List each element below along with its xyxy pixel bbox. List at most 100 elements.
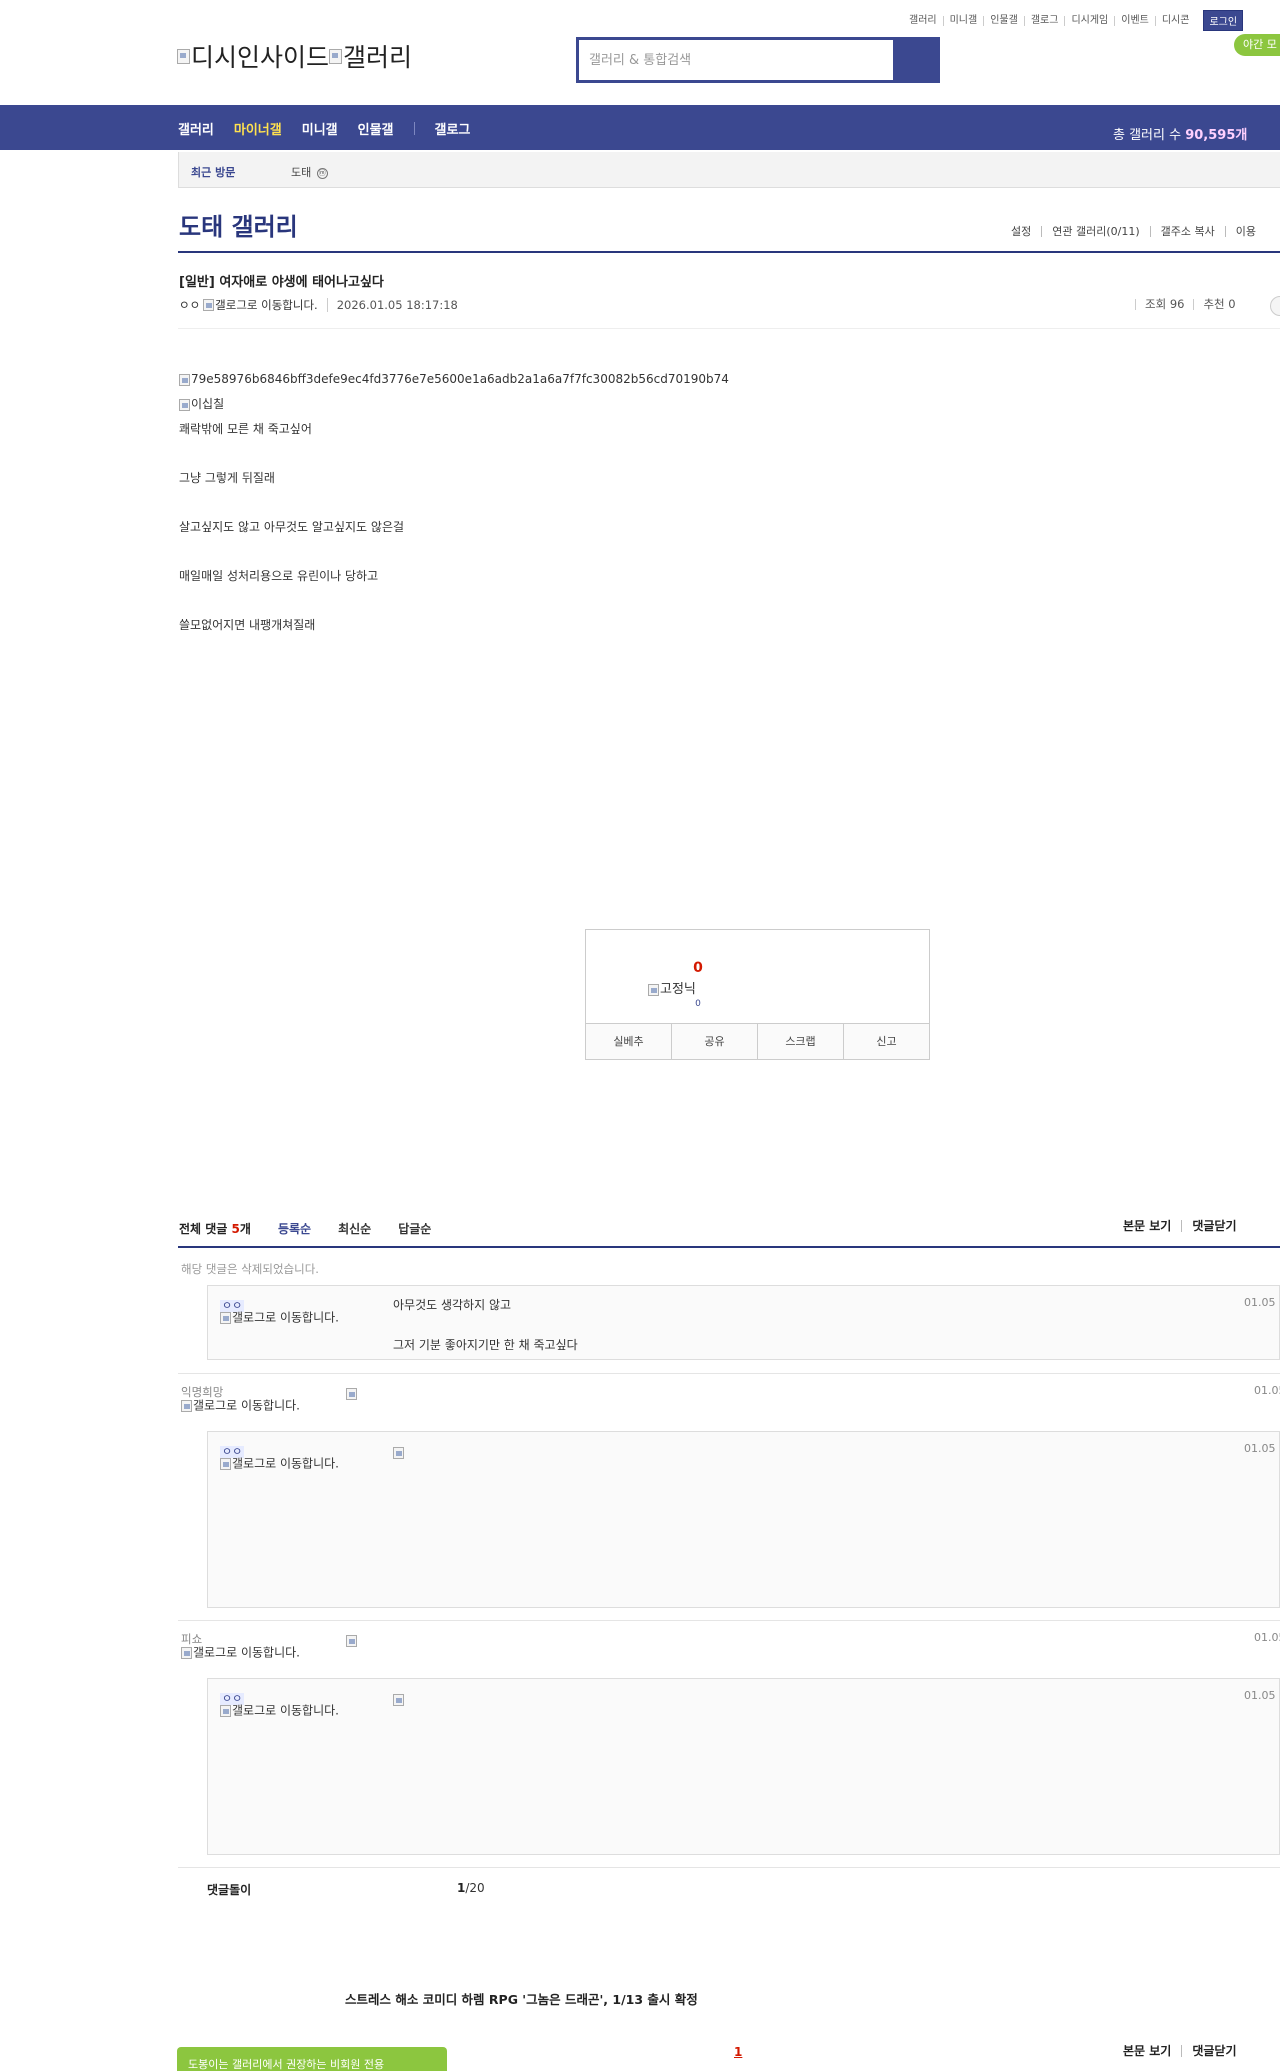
post-line: 살고싶지도 않고 아무것도 알고싶지도 않은걸 (179, 520, 405, 534)
main-nav: 갤러리 마이너갤 미니갤 인물갤 갤로그 총 갤러리 수 90,595개 (0, 105, 1280, 150)
search-button[interactable] (893, 40, 937, 80)
gallog-icon (220, 1705, 231, 1717)
site-logo[interactable]: 디시인사이드 갤러리 (177, 38, 412, 74)
comment-bot-label[interactable]: 댓글돌이 (207, 1881, 251, 1898)
fixed-nick-count: 0 (695, 999, 701, 1009)
broken-image-icon (393, 1446, 404, 1459)
report-button[interactable]: 신고 (843, 1024, 929, 1059)
reply-author[interactable]: ㅇㅇ 갤로그로 이동합니다. (220, 1298, 345, 1324)
util-link-event[interactable]: 이벤트 (1114, 15, 1155, 26)
comment-page-indicator: 1/20 (457, 1881, 485, 1895)
util-link-game[interactable]: 디시게임 (1064, 15, 1114, 26)
post-line: 그냥 그렇게 뒤질래 (179, 471, 275, 485)
nav-mini-gallery[interactable]: 미니갤 (302, 119, 338, 138)
post-datetime: 2026.01.05 18:17:18 (326, 298, 458, 312)
nav-minor-gallery[interactable]: 마이너갤 (234, 119, 282, 138)
sort-latest[interactable]: 최신순 (338, 1220, 371, 1237)
related-gallery-link[interactable]: 연관 갤러리(0/11) (1041, 226, 1149, 237)
comment-total: 전체 댓글 5개 (179, 1220, 251, 1237)
share-button[interactable]: 공유 (671, 1024, 757, 1059)
comment-actions-bottom: 본문 보기 댓글닫기 (1123, 2045, 1247, 2057)
search-box (576, 37, 940, 83)
broken-image-icon (346, 1387, 357, 1400)
close-comments-link[interactable]: 댓글닫기 (1181, 1220, 1246, 1232)
post-views: 조회 96 (1135, 298, 1193, 310)
broken-image-icon (177, 48, 190, 64)
gallog-link[interactable]: 갤로그로 이동합니다. (181, 1647, 306, 1659)
util-link-gallog[interactable]: 갤로그 (1023, 15, 1065, 26)
post-line: 쓸모없어지면 내팽개쳐질래 (179, 618, 316, 632)
gallery-divider (178, 251, 1280, 253)
fixed-nick-recommend[interactable]: 고정닉 (648, 978, 696, 997)
post-divider (178, 328, 1280, 329)
deleted-comment: 해당 댓글은 삭제되었습니다. (181, 1262, 319, 1276)
ad-link[interactable]: 스트레스 해소 코미디 하렘 RPG '그놈은 드래곤', 1/13 출시 확정 (345, 1989, 698, 2008)
gallog-icon (181, 1647, 192, 1659)
scrap-button[interactable]: 스크랩 (757, 1024, 843, 1059)
recommend-box: 0 고정닉 0 실베추 공유 스크랩 신고 (585, 929, 930, 1060)
total-label: 총 갤러리 수 (1113, 128, 1186, 143)
comment-total-label: 전체 댓글 (179, 1222, 232, 1236)
page-number-link[interactable]: 1 (734, 2045, 742, 2059)
recent-gallery-link[interactable]: 도태 ⓜ (291, 164, 328, 180)
top-util-bar: 갤러리 미니갤 인물갤 갤로그 디시게임 이벤트 디시콘 로그인 (903, 10, 1244, 31)
comment-separator (178, 1867, 1280, 1868)
gallog-link[interactable]: 갤로그로 이동합니다. (181, 1400, 306, 1412)
silbe-recommend-button[interactable]: 실베추 (586, 1024, 671, 1059)
more-button[interactable] (1270, 296, 1280, 316)
post-image: 79e58976b6846bff3defe9ec4fd3776e7e5600e1… (179, 372, 729, 397)
comment-date: 01.05 (1254, 1384, 1280, 1397)
comment-author[interactable]: 익명희망 갤로그로 이동합니다. (181, 1384, 306, 1412)
copy-address-link[interactable]: 갤주소 복사 (1149, 226, 1225, 237)
gallery-title[interactable]: 도태 갤러리 (179, 207, 298, 242)
comment-divider (178, 1246, 1280, 1248)
nav-gallog[interactable]: 갤로그 (435, 119, 471, 138)
usage-link[interactable]: 이용 (1224, 226, 1266, 237)
comment-header: 전체 댓글 5개 등록순 최신순 답글순 (179, 1220, 431, 1237)
gallog-link[interactable]: 갤로그로 이동합니다. (220, 1312, 345, 1324)
dccon-image (393, 1692, 405, 1706)
util-link-mini[interactable]: 미니갤 (942, 15, 984, 26)
gallog-alt: 갤로그로 이동합니다. (193, 1398, 300, 1413)
dccon-image (346, 1633, 358, 1647)
total-gallery-count: 총 갤러리 수 90,595개 (1113, 124, 1247, 143)
gallery-settings-link[interactable]: 설정 (1001, 226, 1041, 237)
util-link-person[interactable]: 인물갤 (983, 15, 1024, 26)
post-body: 79e58976b6846bff3defe9ec4fd3776e7e5600e1… (179, 372, 729, 643)
sort-registered[interactable]: 등록순 (278, 1220, 311, 1237)
guest-notice-banner[interactable]: 도봉이는 갤러리에서 권장하는 비회원 전용 (177, 2047, 447, 2071)
fixed-nick-alt: 고정닉 (660, 982, 696, 997)
comment-separator (178, 1373, 1280, 1374)
comment-count: 5 (231, 1222, 240, 1236)
gallog-link[interactable]: 갤로그로 이동합니다. (220, 1705, 345, 1717)
gallog-alt[interactable]: 갤로그로 이동합니다. (215, 297, 318, 313)
util-link-gallery[interactable]: 갤러리 (903, 15, 943, 26)
view-body-link[interactable]: 본문 보기 (1123, 1220, 1181, 1232)
dccon-image (346, 1386, 358, 1400)
view-body-link[interactable]: 본문 보기 (1123, 2045, 1181, 2057)
comment-author[interactable]: 피쇼 갤로그로 이동합니다. (181, 1631, 306, 1659)
comment-separator (178, 1620, 1280, 1621)
gallog-link[interactable]: 갤로그로 이동합니다. (220, 1458, 345, 1470)
gallog-icon[interactable] (203, 299, 215, 311)
sort-replies[interactable]: 답글순 (398, 1220, 431, 1237)
reply-author[interactable]: ㅇㅇ 갤로그로 이동합니다. (220, 1444, 345, 1470)
post-title: [일반] 여자애로 야생에 태어나고싶다 (179, 275, 384, 290)
search-input[interactable] (579, 40, 893, 80)
comment-count-unit: 개 (239, 1222, 251, 1236)
gallery-menu: 설정 연관 갤러리(0/11) 갤주소 복사 이용 (1001, 226, 1266, 237)
post-author[interactable]: ㅇㅇ (179, 297, 200, 313)
nav-person-gallery[interactable]: 인물갤 (358, 119, 394, 138)
night-mode-button[interactable]: 야간 모 (1234, 34, 1280, 56)
reply-item: ㅇㅇ 갤로그로 이동합니다. 아무것도 생각하지 않고 그저 기분 좋아지기만 … (207, 1285, 1280, 1360)
login-button[interactable]: 로그인 (1203, 10, 1244, 31)
close-comments-link[interactable]: 댓글닫기 (1181, 2045, 1246, 2057)
gallog-icon (220, 1312, 231, 1324)
recent-visit-bar: 최근 방문 도태 ⓜ (178, 152, 1280, 188)
reply-author[interactable]: ㅇㅇ 갤로그로 이동합니다. (220, 1691, 345, 1717)
util-link-dccon[interactable]: 디시콘 (1154, 15, 1196, 26)
nav-divider (413, 122, 415, 135)
nav-gallery[interactable]: 갤러리 (178, 119, 214, 138)
reply-date: 01.05 1 (1244, 1296, 1280, 1309)
recent-visit-title: 최근 방문 (191, 166, 236, 179)
